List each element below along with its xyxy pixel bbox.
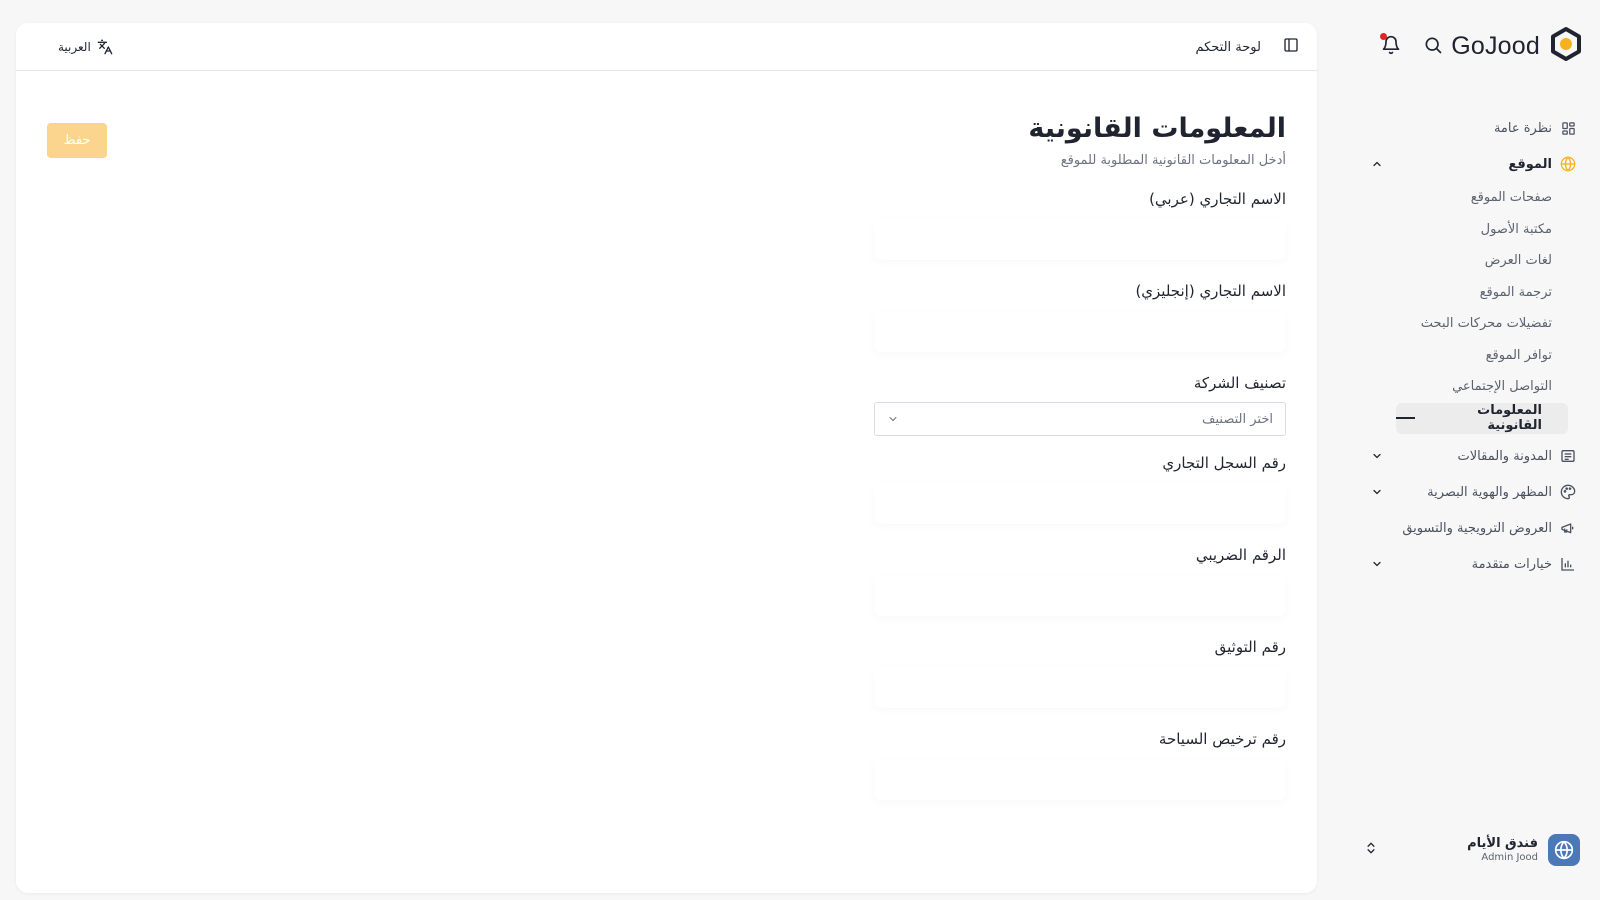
chevron-down-icon[interactable] — [1370, 449, 1384, 463]
field-label: رقم التوثيق — [1214, 638, 1286, 656]
submenu-item-asset-library[interactable]: مكتبة الأصول — [1370, 214, 1552, 246]
globe-icon — [1554, 840, 1574, 860]
field-authentication-number: رقم التوثيق — [826, 638, 1286, 708]
field-label: رقم السجل التجاري — [1162, 454, 1286, 472]
submenu-item-seo-preferences[interactable]: تفضيلات محركات البحث — [1370, 308, 1552, 340]
chevron-down-icon[interactable] — [1370, 485, 1384, 499]
commercial-register-input[interactable] — [874, 484, 1286, 524]
sidebar-item-label: المظهر والهوية البصرية — [1427, 484, 1552, 500]
sidebar-item-label: العروض الترويجية والتسويق — [1402, 520, 1552, 536]
trade-name-en-input[interactable] — [874, 312, 1286, 352]
save-button[interactable]: حفظ — [47, 123, 107, 158]
field-trade-name-ar: الاسم التجاري (عربي) — [826, 190, 1286, 260]
submenu-item-label: المعلومات القانونية — [1477, 403, 1542, 434]
field-label: الاسم التجاري (إنجليزي) — [1135, 282, 1286, 300]
sidebar-item-label: الموقع — [1508, 156, 1552, 172]
submenu-item-social-media[interactable]: التواصل الإجتماعي — [1370, 371, 1552, 403]
sidebar-item-overview[interactable]: نظرة عامة — [1370, 110, 1576, 146]
field-trade-name-en: الاسم التجاري (إنجليزي) — [826, 282, 1286, 352]
grid-icon — [1560, 120, 1576, 136]
account-switcher[interactable]: فندق الأيام Admin Jood — [1364, 832, 1580, 868]
chevrons-up-down-icon[interactable] — [1364, 840, 1378, 860]
sidebar-item-label: نظرة عامة — [1493, 120, 1552, 136]
submenu-item-site-pages[interactable]: صفحات الموقع — [1370, 182, 1552, 214]
newspaper-icon — [1560, 448, 1576, 464]
brand-name: GoJood — [1451, 31, 1540, 60]
brand-logo[interactable]: GoJood — [1451, 26, 1584, 66]
language-switcher[interactable]: العربية — [58, 23, 113, 71]
select-placeholder: اختر التصنيف — [1202, 411, 1273, 427]
field-label: رقم ترخيص السياحة — [1158, 730, 1286, 748]
language-label: العربية — [58, 40, 91, 54]
breadcrumb[interactable]: لوحة التحكم — [1195, 40, 1261, 55]
field-tax-number: الرقم الضريبي — [826, 546, 1286, 616]
field-label: الاسم التجاري (عربي) — [1149, 190, 1286, 208]
submenu-item-site-availability[interactable]: توافر الموقع — [1370, 340, 1552, 372]
company-category-select[interactable]: اختر التصنيف — [874, 402, 1286, 436]
top-bar: لوحة التحكم العربية — [16, 23, 1317, 71]
field-commercial-register: رقم السجل التجاري — [826, 454, 1286, 524]
sidebar-item-advanced[interactable]: خيارات متقدمة — [1370, 546, 1576, 582]
app-root: GoJood نظرة عامة الموقع صفحات الموقع مكت… — [0, 0, 1600, 900]
chart-icon — [1560, 556, 1576, 572]
globe-icon — [1560, 156, 1576, 172]
chevron-down-icon — [889, 417, 897, 422]
gojood-logo-icon — [1548, 26, 1584, 66]
submenu-item-legal-info[interactable]: المعلومات القانونية — [1396, 402, 1568, 434]
palette-icon — [1560, 484, 1576, 500]
sidebar-item-label: خيارات متقدمة — [1471, 556, 1552, 572]
profile-subtitle: Admin Jood — [1481, 851, 1538, 863]
search-icon — [1425, 37, 1442, 54]
sidebar-item-website[interactable]: الموقع — [1370, 146, 1576, 182]
sidebar-top-icons — [1380, 33, 1444, 56]
sidebar: GoJood نظرة عامة الموقع صفحات الموقع مكت… — [1348, 0, 1600, 900]
sidebar-toggle-button[interactable] — [1283, 37, 1299, 57]
submenu-item-display-languages[interactable]: لغات العرض — [1370, 245, 1552, 277]
website-submenu: صفحات الموقع مكتبة الأصول لغات العرض ترج… — [1370, 182, 1576, 434]
sidebar-item-promotions[interactable]: العروض الترويجية والتسويق — [1370, 510, 1576, 546]
megaphone-icon — [1560, 520, 1576, 536]
submenu-item-site-translation[interactable]: ترجمة الموقع — [1370, 277, 1552, 309]
active-indicator — [1396, 417, 1416, 420]
sidebar-nav: نظرة عامة الموقع صفحات الموقع مكتبة الأص… — [1370, 110, 1576, 582]
field-label: تصنيف الشركة — [1193, 374, 1286, 392]
field-company-category: تصنيف الشركة اختر التصنيف — [826, 374, 1286, 436]
search-button[interactable] — [1422, 34, 1444, 56]
profile-name: فندق الأيام — [1467, 835, 1538, 851]
tax-number-input[interactable] — [874, 576, 1286, 616]
page-subtitle: أدخل المعلومات القانونية المطلوبة للموقع — [1060, 153, 1286, 168]
legal-info-form: المعلومات القانونية أدخل المعلومات القان… — [826, 111, 1286, 800]
sidebar-item-appearance[interactable]: المظهر والهوية البصرية — [1370, 474, 1576, 510]
field-label: الرقم الضريبي — [1195, 546, 1286, 564]
notifications-button[interactable] — [1380, 33, 1402, 56]
tourism-license-input[interactable] — [874, 760, 1286, 800]
avatar — [1548, 834, 1580, 866]
trade-name-ar-input[interactable] — [874, 220, 1286, 260]
chevron-up-icon[interactable] — [1370, 157, 1384, 171]
field-tourism-license: رقم ترخيص السياحة — [826, 730, 1286, 800]
sidebar-item-label: المدونة والمقالات — [1457, 448, 1552, 464]
sidebar-toggle-icon — [1284, 38, 1298, 52]
page-title: المعلومات القانونية — [1028, 113, 1286, 144]
sidebar-item-blog[interactable]: المدونة والمقالات — [1370, 438, 1576, 474]
authentication-number-input[interactable] — [874, 668, 1286, 708]
main-panel: لوحة التحكم العربية حفظ المعلومات القانو… — [16, 23, 1317, 893]
notification-dot — [1380, 33, 1387, 40]
translate-icon — [97, 39, 113, 55]
chevron-down-icon[interactable] — [1370, 557, 1384, 571]
